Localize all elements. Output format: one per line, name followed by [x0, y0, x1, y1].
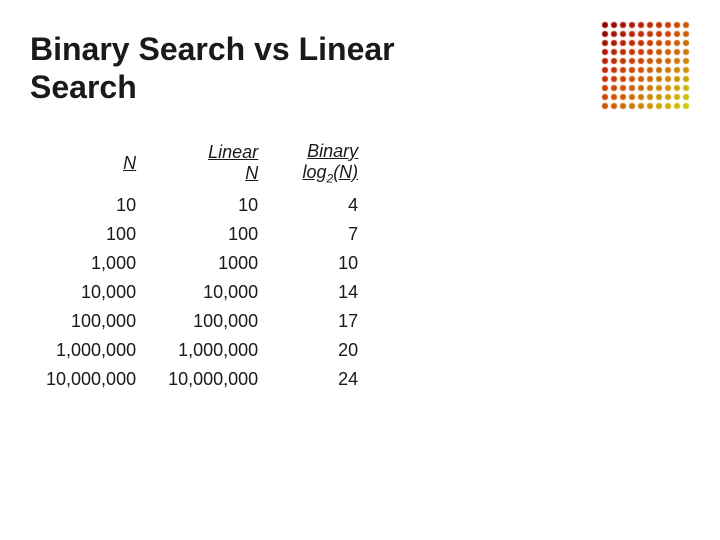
cell-linear: 1,000,000: [152, 336, 274, 365]
table-row: 10,000 10,000 14: [30, 278, 374, 307]
cell-linear: 10: [152, 191, 274, 220]
table-row: 100 100 7: [30, 220, 374, 249]
title-line1: Binary Search vs Linear: [30, 31, 395, 67]
cell-binary: 14: [274, 278, 374, 307]
cell-n: 1,000: [30, 249, 152, 278]
cell-binary: 7: [274, 220, 374, 249]
cell-binary: 4: [274, 191, 374, 220]
page-title: Binary Search vs Linear Search: [30, 30, 410, 107]
table-row: 1,000,000 1,000,000 20: [30, 336, 374, 365]
header-binary: Binarylog2(N): [274, 137, 374, 192]
cell-linear: 100: [152, 220, 274, 249]
table-row: 10,000,000 10,000,000 24: [30, 365, 374, 394]
comparison-table: N LinearN Binarylog2(N) 10 10 4 100: [30, 137, 374, 395]
cell-binary: 10: [274, 249, 374, 278]
table-row: 10 10 4: [30, 191, 374, 220]
cell-n: 10,000: [30, 278, 152, 307]
cell-n: 100,000: [30, 307, 152, 336]
cell-n: 100: [30, 220, 152, 249]
table-row: 100,000 100,000 17: [30, 307, 374, 336]
table-header-row: N LinearN Binarylog2(N): [30, 137, 374, 192]
cell-n: 10: [30, 191, 152, 220]
cell-n: 10,000,000: [30, 365, 152, 394]
cell-linear: 10,000,000: [152, 365, 274, 394]
cell-linear: 100,000: [152, 307, 274, 336]
cell-binary: 20: [274, 336, 374, 365]
cell-binary: 24: [274, 365, 374, 394]
cell-linear: 1000: [152, 249, 274, 278]
table-body: 10 10 4 100 100 7 1,000 1000 10 10,000 1…: [30, 191, 374, 394]
cell-linear: 10,000: [152, 278, 274, 307]
main-container: Binary Search vs Linear Search N LinearN: [0, 0, 720, 540]
header-n: N: [30, 137, 152, 192]
cell-n: 1,000,000: [30, 336, 152, 365]
table-row: 1,000 1000 10: [30, 249, 374, 278]
cell-binary: 17: [274, 307, 374, 336]
dot-grid-decoration: [600, 20, 700, 200]
header-linear: LinearN: [152, 137, 274, 192]
title-line2: Search: [30, 69, 137, 105]
